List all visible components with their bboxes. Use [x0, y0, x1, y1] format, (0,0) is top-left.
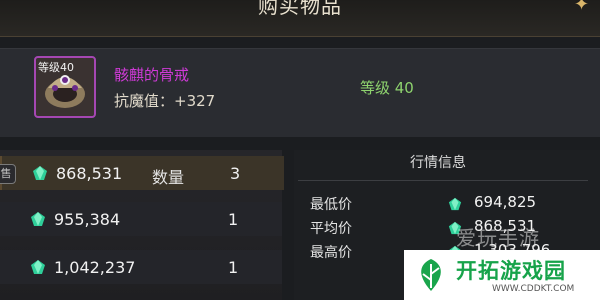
- brand-banner: 开拓游戏园 WWW.CDDKT.COM: [404, 250, 600, 300]
- market-value: 694,825: [474, 193, 537, 211]
- green-gem-icon: [31, 260, 45, 274]
- quantity-label: 数量: [152, 168, 185, 187]
- sell-tag: 售: [0, 164, 16, 184]
- listing-price: 868,531: [56, 164, 123, 183]
- listing-row[interactable]: 955,384 1: [0, 202, 282, 236]
- market-label: 平均价: [310, 221, 352, 237]
- leaf-logo-icon: [421, 259, 441, 291]
- listings-panel: 售 868,531 数量 3 955,384 1 1,042,237 1: [0, 150, 284, 300]
- market-label: 最高价: [310, 245, 352, 261]
- green-gem-icon: [33, 166, 47, 180]
- item-stat: 抗魔值：+327: [114, 92, 216, 110]
- market-label: 最低价: [310, 197, 352, 213]
- market-title: 行情信息: [410, 155, 466, 171]
- market-divider: [298, 180, 588, 181]
- green-gem-icon: [448, 197, 462, 211]
- listing-quantity: 1: [228, 258, 239, 277]
- listing-row[interactable]: 售 868,531 数量 3: [0, 156, 284, 190]
- market-row-average: 平均价 868,531: [310, 217, 600, 242]
- listing-row[interactable]: 1,042,237 1: [0, 250, 282, 284]
- watermark-text: 爱玩手游: [456, 226, 540, 250]
- listing-quantity: 3: [230, 164, 241, 183]
- market-row-lowest: 最低价 694,825: [310, 193, 600, 218]
- listing-price: 1,042,237: [54, 258, 136, 277]
- item-slot[interactable]: 等级40: [34, 56, 96, 118]
- listing-quantity: 1: [228, 210, 239, 229]
- green-gem-icon: [31, 212, 45, 226]
- brand-url: WWW.CDDKT.COM: [492, 284, 575, 294]
- item-name: 骸麒的骨戒: [114, 66, 190, 84]
- item-level: 等级 40: [360, 79, 414, 97]
- listing-price: 955,384: [54, 210, 121, 229]
- window-title: 购买物品: [258, 0, 342, 18]
- brand-name: 开拓游戏园: [456, 259, 566, 283]
- item-level-badge: 等级40: [38, 61, 74, 74]
- star-icon: ✦: [574, 0, 590, 15]
- title-bar: 购买物品 ✦: [0, 0, 600, 37]
